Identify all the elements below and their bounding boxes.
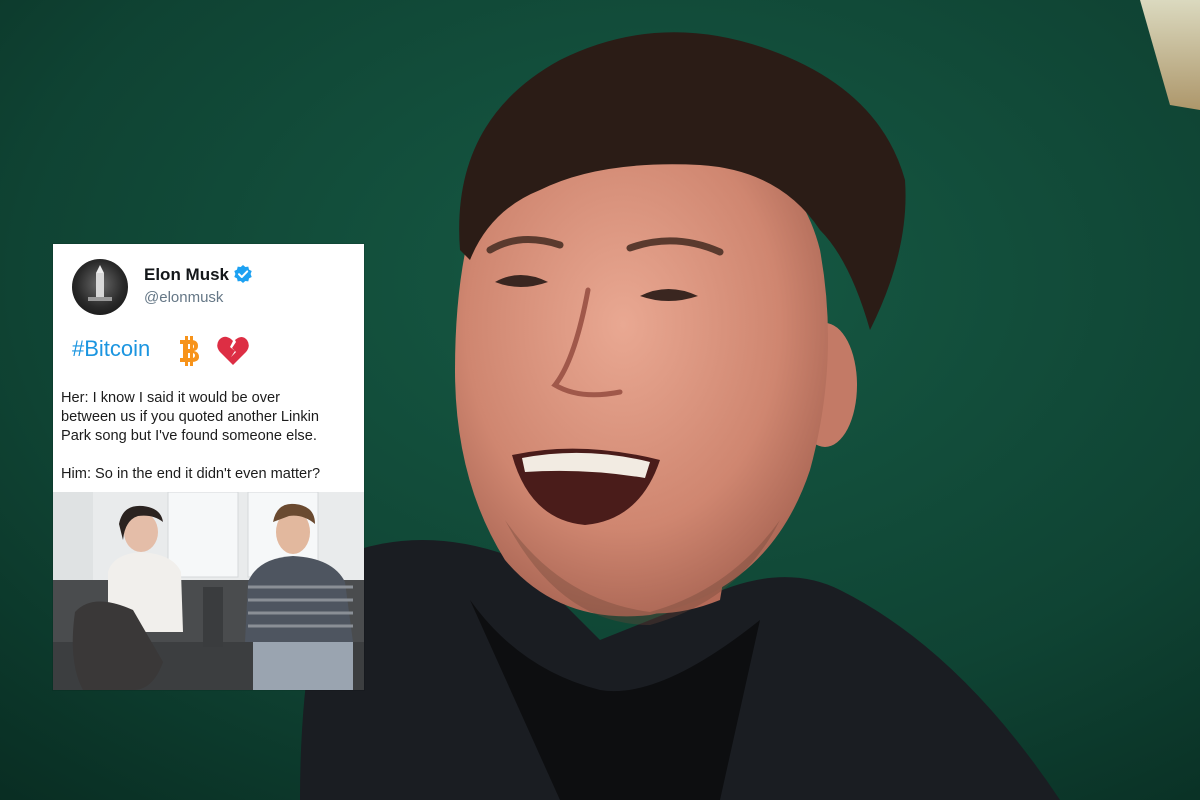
verified-badge-icon: [234, 265, 252, 283]
handle: @elonmusk: [144, 289, 224, 306]
broken-heart-icon: [217, 336, 249, 365]
display-name: Elon Musk: [144, 265, 230, 284]
tweet-header: Elon Musk @elonmusk: [53, 244, 364, 324]
caption-line: Park song but I've found someone else.: [61, 428, 317, 444]
bitcoin-icon: [180, 336, 199, 366]
meme-photo: [53, 492, 364, 690]
caption-line: Her: I know I said it would be over: [61, 390, 281, 406]
hashtag-link[interactable]: #Bitcoin: [72, 336, 150, 362]
meme-caption: Her: I know I said it would be over betw…: [61, 389, 361, 484]
caption-line: between us if you quoted another Linkin: [61, 409, 320, 425]
tweet-card: Elon Musk @elonmusk #Bitcoin Her: I know…: [53, 244, 364, 690]
caption-line: Him: So in the end it didn't even matter…: [61, 466, 321, 482]
avatar: [72, 259, 128, 315]
